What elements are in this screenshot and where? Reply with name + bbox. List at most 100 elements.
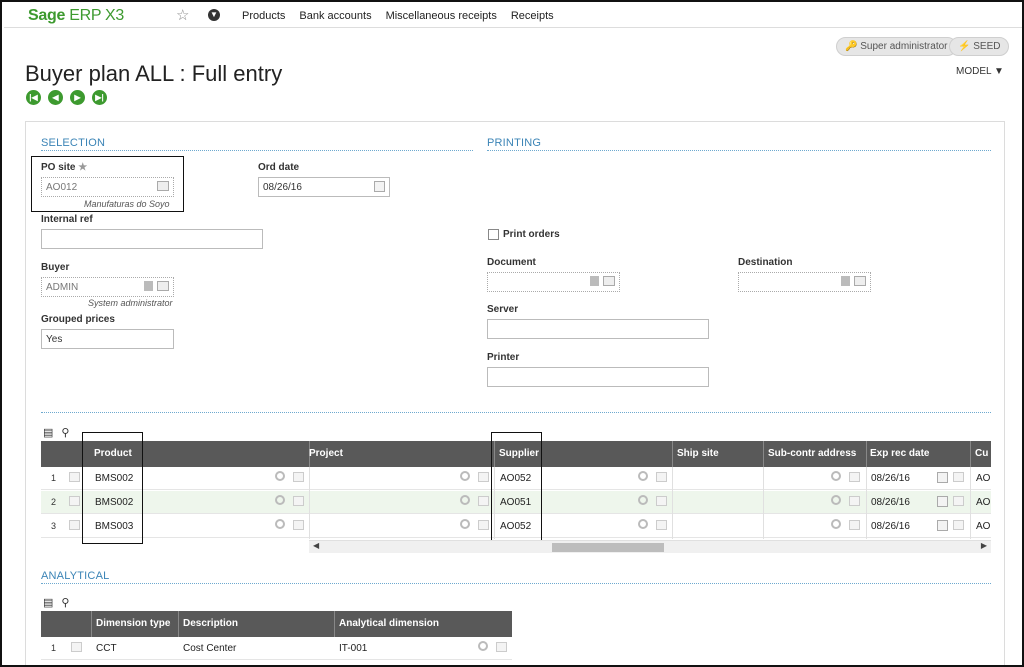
search-icon[interactable] <box>275 495 285 505</box>
search-icon[interactable] <box>460 495 470 505</box>
folder-pill[interactable]: ⚡ SEED <box>949 37 1010 56</box>
search-icon[interactable] <box>831 471 841 481</box>
search-icon[interactable]: ⚲ <box>61 596 69 609</box>
analytical-grid-header: Dimension type Description Analytical di… <box>41 611 512 637</box>
search-icon[interactable]: ⚲ <box>61 426 69 439</box>
destination-field[interactable] <box>738 272 871 292</box>
cell-description[interactable]: Cost Center <box>183 643 236 654</box>
goto-icon[interactable] <box>841 276 850 286</box>
lookup-icon[interactable] <box>854 276 866 286</box>
favorite-star-icon[interactable]: ☆ <box>176 6 189 24</box>
internal-ref-input[interactable] <box>41 229 263 249</box>
document-field[interactable] <box>487 272 620 292</box>
user-pill-label: Super administrator <box>860 41 948 52</box>
search-icon[interactable] <box>275 471 285 481</box>
nav-link-receipts[interactable]: Receipts <box>511 10 554 22</box>
row-detail-icon[interactable] <box>69 472 80 482</box>
lookup-icon[interactable] <box>656 520 667 530</box>
search-icon[interactable] <box>460 471 470 481</box>
lookup-icon[interactable] <box>496 642 507 652</box>
lookup-icon[interactable] <box>478 496 489 506</box>
caret-down-icon: ▼ <box>993 66 1004 77</box>
quick-nav: Products Bank accounts Miscellaneous rec… <box>242 10 568 22</box>
buyer-field[interactable]: ADMIN <box>41 277 174 297</box>
lookup-icon[interactable] <box>849 472 860 482</box>
sage-logo[interactable]: Sage ERP X3 <box>28 7 124 25</box>
lookup-icon[interactable] <box>656 472 667 482</box>
app-window: Sage ERP X3 ☆ ▼ Products Bank accounts M… <box>0 0 1024 667</box>
lookup-icon[interactable] <box>293 472 304 482</box>
goto-icon[interactable] <box>590 276 599 286</box>
grouped-prices-select[interactable]: Yes <box>41 329 174 349</box>
scroll-right-icon[interactable]: ▶ <box>981 541 987 550</box>
lookup-icon[interactable] <box>478 520 489 530</box>
nav-link-bank-accounts[interactable]: Bank accounts <box>299 10 371 22</box>
grid-options-icon[interactable]: ▤ <box>43 596 53 609</box>
highlight-box-product <box>82 432 143 544</box>
column-header-project[interactable]: Project <box>309 448 343 459</box>
row-detail-icon[interactable] <box>71 642 82 652</box>
nav-link-products[interactable]: Products <box>242 10 285 22</box>
scroll-left-icon[interactable]: ◀ <box>313 541 319 550</box>
column-header-ship-site[interactable]: Ship site <box>677 448 719 459</box>
ord-date-field[interactable]: 08/26/16 <box>258 177 390 197</box>
model-menu[interactable]: MODEL ▼ <box>956 66 1004 77</box>
lookup-icon[interactable] <box>656 496 667 506</box>
search-icon[interactable] <box>275 519 285 529</box>
section-divider <box>41 412 991 413</box>
print-orders-checkbox[interactable] <box>488 229 499 240</box>
nav-link-misc-receipts[interactable]: Miscellaneous receipts <box>386 10 497 22</box>
lookup-icon[interactable] <box>157 281 169 291</box>
cell-dimension-type[interactable]: CCT <box>96 643 117 654</box>
next-record-icon[interactable]: ▶ <box>70 90 85 105</box>
previous-record-icon[interactable]: ◀ <box>48 90 63 105</box>
top-bar: Sage ERP X3 ☆ ▼ Products Bank accounts M… <box>4 4 1022 28</box>
chevron-down-icon[interactable]: ▼ <box>208 9 220 21</box>
last-record-icon[interactable]: ▶| <box>92 90 107 105</box>
column-header-cu[interactable]: Cu <box>975 448 988 459</box>
row-detail-icon[interactable] <box>69 520 80 530</box>
search-icon[interactable] <box>460 519 470 529</box>
cell-cu[interactable]: AO <box>976 521 990 532</box>
calendar-icon[interactable] <box>937 472 948 483</box>
search-icon[interactable] <box>478 641 488 651</box>
goto-icon[interactable] <box>144 281 153 291</box>
column-header-dimension-type[interactable]: Dimension type <box>96 618 170 629</box>
cell-exp-rec-date[interactable]: 08/26/16 <box>871 521 910 532</box>
grid-horizontal-scrollbar[interactable]: ◀ ▶ <box>309 540 991 553</box>
column-header-analytical-dimension[interactable]: Analytical dimension <box>339 618 439 629</box>
cell-analytical-dimension[interactable]: IT-001 <box>339 643 367 654</box>
calendar-icon[interactable] <box>374 181 385 192</box>
scroll-thumb[interactable] <box>552 543 664 552</box>
lookup-icon[interactable] <box>953 520 964 530</box>
search-icon[interactable] <box>831 519 841 529</box>
user-pill[interactable]: 🔑 Super administrator <box>836 37 957 56</box>
lookup-icon[interactable] <box>953 472 964 482</box>
search-icon[interactable] <box>638 495 648 505</box>
lookup-icon[interactable] <box>849 496 860 506</box>
column-header-description[interactable]: Description <box>183 618 238 629</box>
cell-exp-rec-date[interactable]: 08/26/16 <box>871 473 910 484</box>
lookup-icon[interactable] <box>849 520 860 530</box>
printer-input[interactable] <box>487 367 709 387</box>
column-header-sub-contr-address[interactable]: Sub-contr address <box>768 448 856 459</box>
row-detail-icon[interactable] <box>69 496 80 506</box>
search-icon[interactable] <box>638 471 648 481</box>
lookup-icon[interactable] <box>293 520 304 530</box>
column-header-exp-rec-date[interactable]: Exp rec date <box>870 448 929 459</box>
lookup-icon[interactable] <box>293 496 304 506</box>
search-icon[interactable] <box>831 495 841 505</box>
grid-options-icon[interactable]: ▤ <box>43 426 53 439</box>
calendar-icon[interactable] <box>937 520 948 531</box>
server-input[interactable] <box>487 319 709 339</box>
first-record-icon[interactable]: |◀ <box>26 90 41 105</box>
table-row[interactable]: 1 CCT Cost Center IT-001 <box>41 637 512 660</box>
lookup-icon[interactable] <box>953 496 964 506</box>
lookup-icon[interactable] <box>603 276 615 286</box>
search-icon[interactable] <box>638 519 648 529</box>
cell-cu[interactable]: AO <box>976 473 990 484</box>
calendar-icon[interactable] <box>937 496 948 507</box>
lookup-icon[interactable] <box>478 472 489 482</box>
cell-cu[interactable]: AO <box>976 497 990 508</box>
cell-exp-rec-date[interactable]: 08/26/16 <box>871 497 910 508</box>
